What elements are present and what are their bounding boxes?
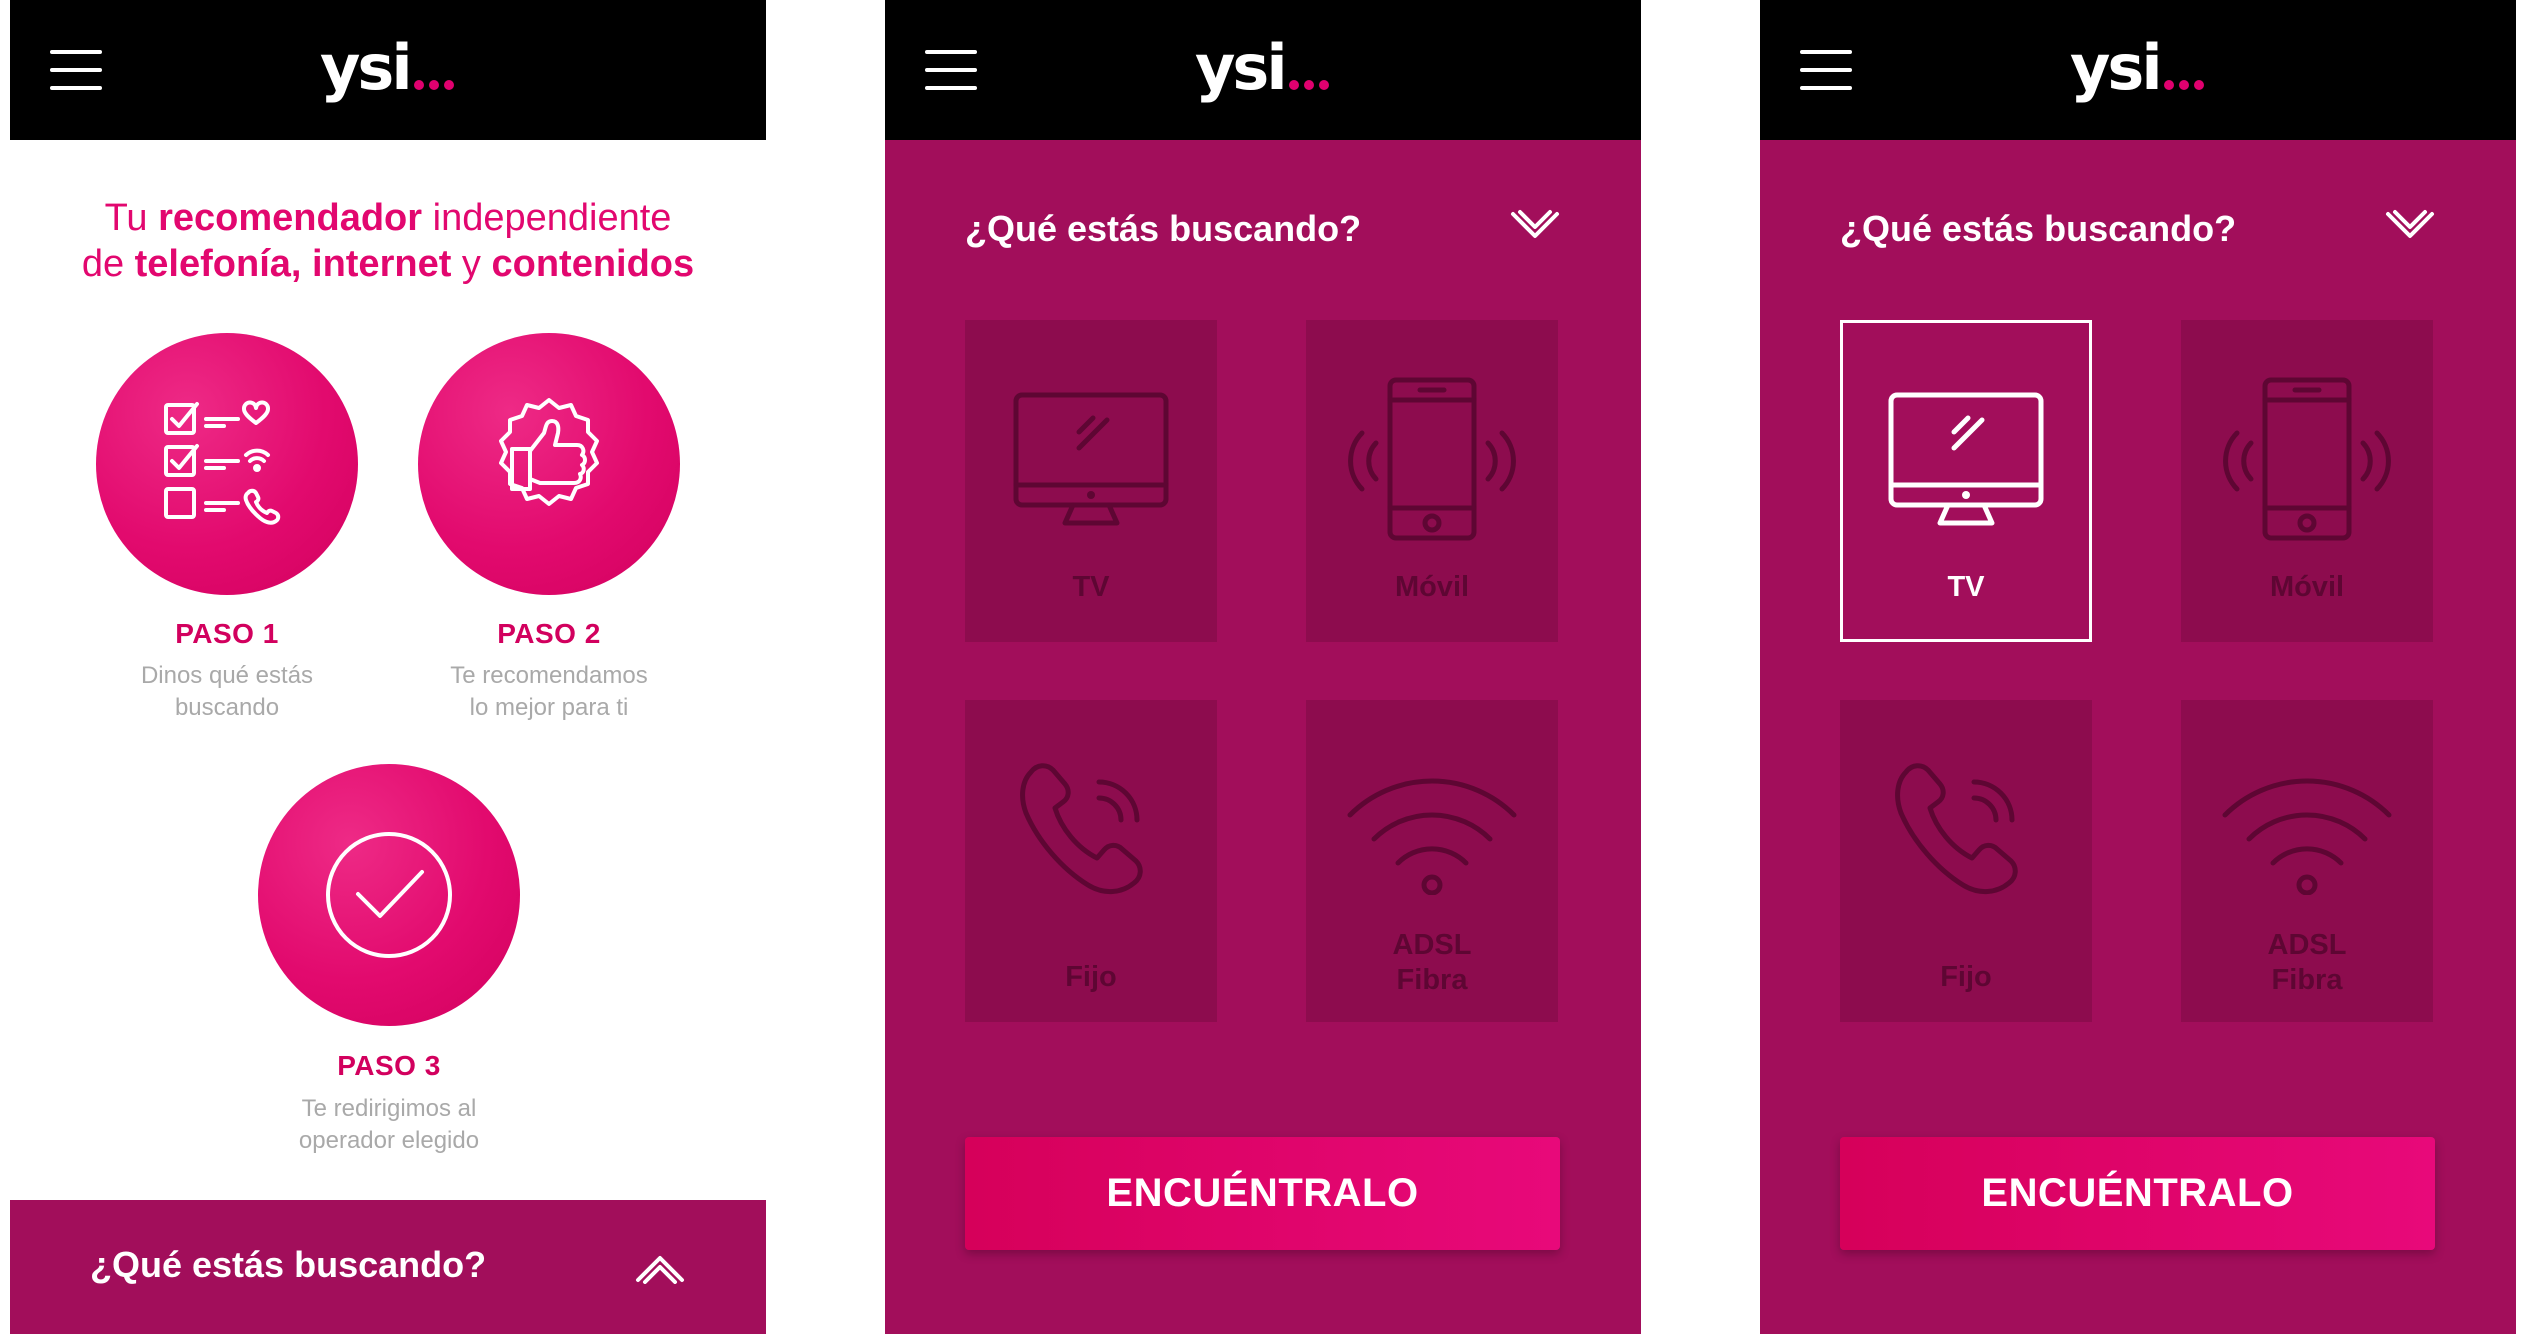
- top-bar: ysi: [1760, 0, 2516, 140]
- step-3-title: PASO 3: [337, 1050, 441, 1081]
- chevron-down-icon[interactable]: [2385, 208, 2435, 242]
- top-bar: ysi: [10, 0, 766, 140]
- step-1-description: Dinos qué estás buscando: [140, 662, 314, 721]
- check-circle-icon: [326, 832, 452, 958]
- step-2-description: Te recomendamos lo mejor para ti: [450, 662, 648, 721]
- step-1-circle: [96, 333, 358, 595]
- phone-icon: [1020, 763, 1143, 894]
- find-button[interactable]: ENCUÉNTRALO: [965, 1137, 1560, 1250]
- option-adsl-fibra[interactable]: ADSL Fibra: [2181, 700, 2433, 1022]
- step-3-description: Te redirigimos al operador elegido: [298, 1095, 480, 1154]
- selector-question: ¿Qué estás buscando?: [965, 208, 1362, 249]
- menu-icon[interactable]: [50, 50, 102, 90]
- menu-icon[interactable]: [1800, 50, 1852, 90]
- step-1-title: PASO 1: [175, 618, 279, 649]
- tv-icon: [1013, 392, 1169, 526]
- mobile-icon: [1348, 377, 1516, 541]
- logo[interactable]: ysi: [320, 28, 454, 108]
- option-tv-selected[interactable]: TV: [1840, 320, 2092, 642]
- checklist-icon: [164, 400, 281, 525]
- option-movil[interactable]: Móvil: [2181, 320, 2433, 642]
- selector-screen: ysi ¿Qué estás buscando? TV Móvil Fijo A…: [885, 0, 1641, 1334]
- selector-screen-tv-selected: ysi ¿Qué estás buscando? TV Móvil Fijo A…: [1760, 0, 2516, 1334]
- intro-screen: ysi Tu recomendador independiente de tel…: [10, 0, 766, 1334]
- logo[interactable]: ysi: [1195, 28, 1329, 108]
- search-drawer-collapsed[interactable]: ¿Qué estás buscando?: [10, 1200, 766, 1334]
- option-movil[interactable]: Móvil: [1306, 320, 1558, 642]
- step-2-circle: [418, 333, 680, 595]
- option-tv[interactable]: TV: [965, 320, 1217, 642]
- selector-question: ¿Qué estás buscando?: [1840, 208, 2237, 249]
- top-bar: ysi: [885, 0, 1641, 140]
- page-headline: Tu recomendador independiente de telefon…: [81, 197, 695, 285]
- tv-icon: [1888, 392, 2044, 526]
- option-fijo[interactable]: Fijo: [1840, 700, 2092, 1022]
- thumbs-up-badge-icon: [499, 398, 599, 506]
- phone-icon: [1895, 763, 2018, 894]
- option-adsl-fibra[interactable]: ADSL Fibra: [1306, 700, 1558, 1022]
- mobile-icon: [2223, 377, 2391, 541]
- step-2-title: PASO 2: [497, 618, 601, 649]
- logo[interactable]: ysi: [2070, 28, 2204, 108]
- step-3-circle: [258, 764, 520, 1026]
- option-fijo[interactable]: Fijo: [965, 700, 1217, 1022]
- wifi-icon: [1347, 778, 1517, 895]
- find-button[interactable]: ENCUÉNTRALO: [1840, 1137, 2435, 1250]
- wifi-icon: [2222, 778, 2392, 895]
- chevron-up-icon[interactable]: [635, 1252, 685, 1284]
- chevron-down-icon[interactable]: [1510, 208, 1560, 242]
- menu-icon[interactable]: [925, 50, 977, 90]
- drawer-question: ¿Qué estás buscando?: [90, 1244, 487, 1285]
